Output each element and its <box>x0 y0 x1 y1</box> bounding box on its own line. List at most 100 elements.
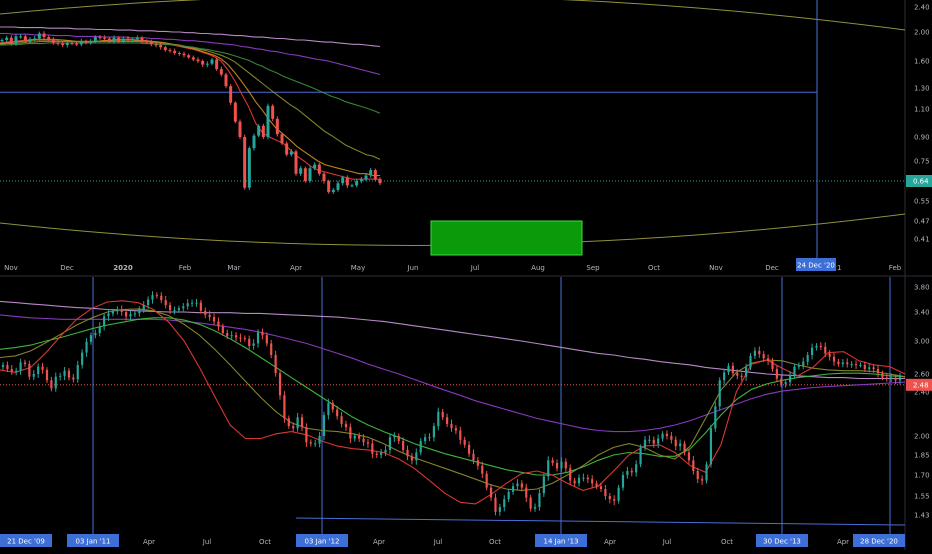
bottom-candle-body <box>6 364 9 370</box>
top-candle-body <box>131 39 135 41</box>
bottom-y-tick-label: 1.43 <box>914 512 930 520</box>
bottom-candle[interactable] <box>705 461 708 484</box>
bottom-candle-body <box>591 479 594 484</box>
bottom-candle[interactable] <box>639 444 642 468</box>
top-candle-body <box>56 42 60 44</box>
bottom-candle-body <box>780 378 783 384</box>
top-candle[interactable] <box>280 132 284 146</box>
bottom-candle-body <box>551 460 554 463</box>
bottom-candle-body <box>168 305 172 311</box>
top-candle[interactable] <box>373 168 377 181</box>
top-candle-body <box>289 151 293 155</box>
top-candle[interactable] <box>294 149 298 176</box>
bottom-candle-body <box>788 374 792 383</box>
bottom-candle-body <box>309 442 312 444</box>
bottom-candle-body <box>230 335 233 337</box>
top-candle-body <box>51 39 55 43</box>
top-candle-body <box>23 36 27 42</box>
top-candle[interactable] <box>271 104 275 122</box>
top-candle[interactable] <box>243 134 247 190</box>
bottom-candle-body <box>832 356 836 362</box>
bottom-candle-body <box>599 486 603 489</box>
bottom-candle-body <box>745 367 748 377</box>
top-candle[interactable] <box>275 116 279 137</box>
bottom-candle-body <box>410 456 414 461</box>
bottom-candle-body <box>402 441 405 450</box>
bottom-candle-body <box>72 377 75 380</box>
top-candle[interactable] <box>229 84 233 105</box>
bottom-candle-body <box>94 333 97 336</box>
bottom-x-tick-label: 30 Dec '13 <box>763 538 801 546</box>
top-candle[interactable] <box>215 57 219 71</box>
bottom-candle-body <box>441 411 444 418</box>
highlight-box[interactable] <box>430 220 583 256</box>
top-candle-body <box>299 168 303 174</box>
bottom-candle-body <box>472 453 475 461</box>
bottom-candle-body <box>278 373 282 396</box>
top-candle[interactable] <box>252 133 256 151</box>
bottom-date-marker-tag: 28 Dec '20 <box>853 534 905 547</box>
bottom-candle-body <box>296 417 299 429</box>
top-x-tick-label: Jun <box>407 264 419 272</box>
bottom-candle[interactable] <box>709 424 713 468</box>
top-candle[interactable] <box>303 166 307 183</box>
top-candle-body <box>364 175 368 180</box>
top-candle[interactable] <box>238 119 242 139</box>
bottom-candle-body <box>164 300 167 306</box>
top-candle[interactable] <box>285 141 289 157</box>
bottom-candle[interactable] <box>283 391 286 423</box>
bottom-candle-body <box>498 507 501 512</box>
top-candle-body <box>98 37 102 39</box>
top-candle-body <box>37 33 41 39</box>
top-candle-body <box>322 173 326 181</box>
bottom-x-tick-label: Apr <box>837 538 849 546</box>
top-candle[interactable] <box>257 124 261 138</box>
top-candle[interactable] <box>308 166 312 183</box>
top-y-tick-label: 1.60 <box>914 58 930 66</box>
bottom-date-marker-tag: 03 Jan '12 <box>296 534 348 547</box>
top-candle-body <box>205 63 209 65</box>
top-candle[interactable] <box>266 103 270 140</box>
bottom-candle-body <box>340 416 343 424</box>
bottom-candle[interactable] <box>485 470 488 491</box>
bottom-candle-body <box>766 358 770 361</box>
bottom-candle[interactable] <box>322 411 326 441</box>
bottom-candle-body <box>173 310 176 312</box>
chart-svg[interactable]: 2.40 2.00 1.60 1.30 1.10 0.90 0.75 0.64 0.55 0.47… <box>0 0 932 550</box>
top-candle-body <box>294 151 298 174</box>
bottom-candle-body <box>388 437 392 450</box>
bottom-candle-body <box>727 365 730 373</box>
bottom-candle-body <box>344 423 348 428</box>
bottom-candle-body <box>138 309 141 314</box>
bottom-candle-body <box>67 370 71 378</box>
bottom-candle-body <box>771 360 774 370</box>
top-candle-body <box>187 55 191 58</box>
top-x-tick-label: Nov <box>709 264 723 272</box>
bottom-candle[interactable] <box>278 370 282 400</box>
top-candle[interactable] <box>233 101 237 124</box>
top-candle[interactable] <box>224 72 228 89</box>
bottom-candle-body <box>195 302 198 304</box>
chart-stage[interactable]: 2.40 2.00 1.60 1.30 1.10 0.90 0.75 0.64 0.55 0.47… <box>0 0 932 550</box>
top-candle-body <box>285 143 289 155</box>
bottom-candle-body <box>107 313 110 317</box>
bottom-x-tick-label: Oct <box>489 538 501 546</box>
bottom-candle-body <box>736 373 739 376</box>
bottom-candle[interactable] <box>718 377 721 411</box>
bottom-current-price-label: 2.48 <box>913 381 929 389</box>
top-y-tick-label: 1.30 <box>914 85 930 93</box>
top-y-tick-label: 0.75 <box>914 158 930 166</box>
bottom-candle-body <box>81 352 84 365</box>
top-x-tick-label: Jul <box>470 264 480 272</box>
top-candle[interactable] <box>247 146 251 190</box>
bottom-candle-body <box>810 347 814 356</box>
top-candle-body <box>261 125 265 137</box>
bottom-candle-body <box>494 497 497 512</box>
top-y-tick-label: 0.55 <box>914 198 930 206</box>
top-candle[interactable] <box>327 179 331 194</box>
top-candle-body <box>331 189 335 193</box>
top-candle-body <box>47 37 51 40</box>
top-candle[interactable] <box>261 123 265 139</box>
top-candle-body <box>345 177 349 186</box>
bottom-x-tick-label: 21 Dec '09 <box>7 538 45 546</box>
